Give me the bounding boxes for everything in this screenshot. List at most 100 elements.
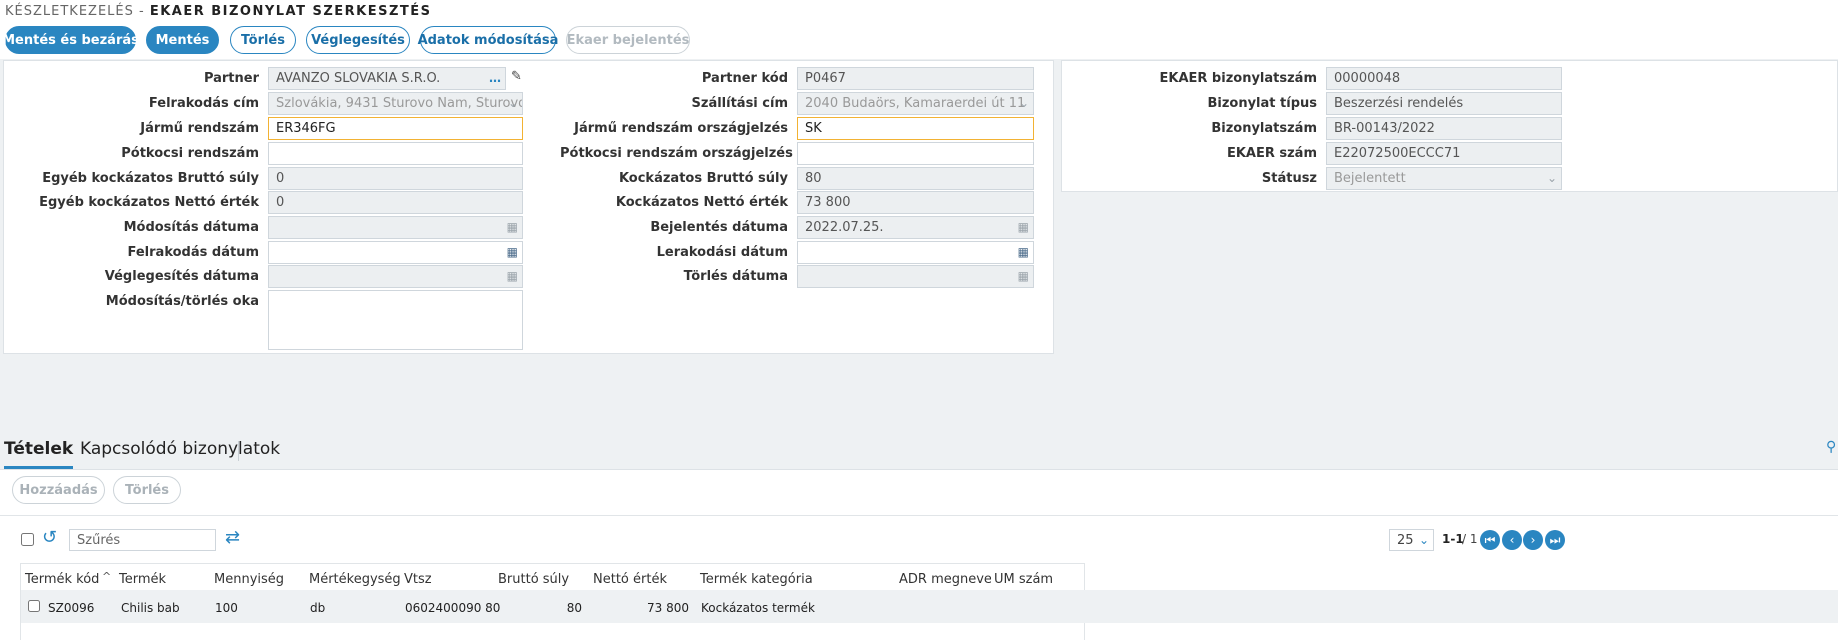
prev-page-icon[interactable]: ‹ xyxy=(1502,530,1522,550)
ekaer-report-button[interactable]: Ekaer bejelentés xyxy=(566,26,690,54)
page-size-select[interactable]: 25 ⌄ xyxy=(1389,529,1434,551)
tab-bar: Tételek Kapcsolódó bizonylatok ⚲ xyxy=(0,431,1838,469)
calendar-icon: ▦ xyxy=(1017,269,1029,283)
cell-unit: db xyxy=(310,601,326,615)
col-net-value[interactable]: Nettó érték xyxy=(593,572,667,587)
row-checkbox[interactable] xyxy=(28,600,40,612)
trailer-plate-label: Pótkocsi rendszám xyxy=(121,146,259,161)
sort-asc-icon[interactable]: ^ xyxy=(102,570,111,583)
ekaer-number-input[interactable]: E22072500ECCC71 xyxy=(1326,142,1562,165)
col-um-number[interactable]: UM szám xyxy=(994,572,1053,587)
delivery-address-select[interactable]: 2040 Budaörs, Kamaraerdei út 11 ⌄ xyxy=(797,92,1034,115)
doc-type-input[interactable]: Beszerzési rendelés xyxy=(1326,92,1562,115)
cell-net-value: 73 800 xyxy=(647,601,689,615)
filter-icon[interactable]: ⚲ xyxy=(1826,439,1836,455)
ekaer-number-label: EKAER szám xyxy=(1226,146,1317,161)
calendar-icon: ▦ xyxy=(1017,220,1029,234)
add-item-button[interactable]: Hozzáadás xyxy=(12,476,105,504)
last-page-icon[interactable]: ⏭ xyxy=(1545,530,1565,550)
calendar-icon[interactable]: ▦ xyxy=(1018,245,1029,259)
chevron-down-icon: ⌄ xyxy=(1018,96,1029,110)
partner-field[interactable]: AVANZO SLOVAKIA S.R.O.… xyxy=(268,67,506,90)
cell-gross-weight: 80 xyxy=(566,601,582,615)
modify-date-input[interactable]: ▦ xyxy=(268,216,523,239)
breadcrumb-module[interactable]: KÉSZLETKEZELÉS - xyxy=(5,4,145,19)
delivery-address-label: Szállítási cím xyxy=(691,96,788,111)
loading-address-label: Felrakodás cím xyxy=(148,96,259,111)
table-row[interactable] xyxy=(21,590,1838,623)
cell-category: Kockázatos termék xyxy=(701,601,815,615)
save-close-button[interactable]: Mentés és bezárás xyxy=(2,26,139,54)
cell-vtsz: 0602400090 80 xyxy=(405,601,501,615)
edit-icon[interactable]: ✎ xyxy=(511,69,522,84)
more-icon[interactable]: … xyxy=(489,71,501,85)
col-product-code[interactable]: Termék kód xyxy=(25,572,99,587)
calendar-icon[interactable]: ▦ xyxy=(507,245,518,259)
chevron-down-icon: ⌄ xyxy=(507,96,518,110)
other-net-input[interactable]: 0 xyxy=(268,191,523,214)
trailer-country-input[interactable] xyxy=(797,142,1034,165)
col-adr-name[interactable]: ADR megnevezés xyxy=(899,572,991,587)
risky-net-input[interactable]: 73 800 xyxy=(797,191,1034,214)
save-button[interactable]: Mentés xyxy=(146,26,219,54)
tab-divider xyxy=(238,441,239,461)
unloading-date-input[interactable]: ▦ xyxy=(797,241,1034,264)
filter-input[interactable]: Szűrés xyxy=(69,529,216,551)
page-info: 1-1 xyxy=(1442,532,1464,546)
status-label: Státusz xyxy=(1261,171,1317,186)
col-unit[interactable]: Mértékegység xyxy=(309,572,401,587)
doc-number-input[interactable]: BR-00143/2022 xyxy=(1326,117,1562,140)
partner-label: Partner xyxy=(203,71,259,86)
finalize-date-input[interactable]: ▦ xyxy=(268,265,523,288)
tab-related-documents[interactable]: Kapcsolódó bizonylatok xyxy=(80,439,280,459)
first-page-icon[interactable]: ⏮ xyxy=(1480,530,1500,550)
loading-address-select[interactable]: Szlovákia, 9431 Sturovo Nam, Sturovo Nám… xyxy=(268,92,523,115)
doc-type-label: Bizonylat típus xyxy=(1207,96,1317,111)
unloading-date-label: Lerakodási dátum xyxy=(656,245,788,260)
divider xyxy=(0,515,1838,516)
chevron-down-icon: ⌄ xyxy=(1418,533,1429,547)
trailer-plate-input[interactable] xyxy=(268,142,523,165)
modify-date-label: Módosítás dátuma xyxy=(123,220,259,235)
status-select[interactable]: Bejelentett ⌄ xyxy=(1326,167,1562,190)
risky-gross-input[interactable]: 80 xyxy=(797,167,1034,190)
cell-quantity: 100 xyxy=(215,601,238,615)
loading-date-input[interactable]: ▦ xyxy=(268,241,523,264)
calendar-icon: ▦ xyxy=(506,220,518,234)
cell-product: Chilis bab xyxy=(121,601,180,615)
risky-gross-label: Kockázatos Bruttó súly xyxy=(618,171,788,186)
other-gross-label: Egyéb kockázatos Bruttó súly xyxy=(42,171,259,186)
delete-date-label: Törlés dátuma xyxy=(683,269,788,284)
col-vtsz[interactable]: Vtsz xyxy=(404,572,432,587)
refresh-icon[interactable]: ↺ xyxy=(42,527,57,548)
swap-icon[interactable]: ⇄ xyxy=(225,527,240,548)
delete-item-button[interactable]: Törlés xyxy=(113,476,181,504)
risky-net-label: Kockázatos Nettó érték xyxy=(615,195,788,210)
col-category[interactable]: Termék kategória xyxy=(700,572,813,587)
finalize-button[interactable]: Véglegesítés xyxy=(306,26,410,54)
report-date-label: Bejelentés dátuma xyxy=(650,220,788,235)
ekaer-doc-label: EKAER bizonylatszám xyxy=(1159,71,1318,86)
reason-textarea[interactable] xyxy=(268,290,523,350)
col-gross-weight[interactable]: Bruttó súly xyxy=(498,572,569,587)
breadcrumb: KÉSZLETKEZELÉS - EKAER BIZONYLAT SZERKES… xyxy=(5,4,432,19)
other-gross-input[interactable]: 0 xyxy=(268,167,523,190)
vehicle-country-input[interactable]: SK xyxy=(797,117,1034,140)
report-date-input[interactable]: 2022.07.25. ▦ xyxy=(797,216,1034,239)
page-title: EKAER BIZONYLAT SZERKESZTÉS xyxy=(149,4,432,19)
delete-button[interactable]: Törlés xyxy=(230,26,296,54)
cell-product-code: SZ0096 xyxy=(48,601,95,615)
modify-data-button[interactable]: Adatok módosítása xyxy=(418,26,558,54)
col-quantity[interactable]: Mennyiség xyxy=(214,572,284,587)
col-product[interactable]: Termék xyxy=(119,572,166,587)
select-all-checkbox[interactable] xyxy=(21,533,34,546)
tab-items[interactable]: Tételek xyxy=(4,439,74,469)
partner-code-input[interactable]: P0467 xyxy=(797,67,1034,90)
next-page-icon[interactable]: › xyxy=(1523,530,1543,550)
finalize-date-label: Véglegesítés dátuma xyxy=(104,269,259,284)
delete-date-input[interactable]: ▦ xyxy=(797,265,1034,288)
ekaer-doc-input[interactable]: 00000048 xyxy=(1326,67,1562,90)
vehicle-plate-input[interactable]: ER346FG xyxy=(268,117,523,140)
top-toolbar: KÉSZLETKEZELÉS - EKAER BIZONYLAT SZERKES… xyxy=(0,0,1838,59)
page-total: / 1 xyxy=(1462,532,1478,546)
